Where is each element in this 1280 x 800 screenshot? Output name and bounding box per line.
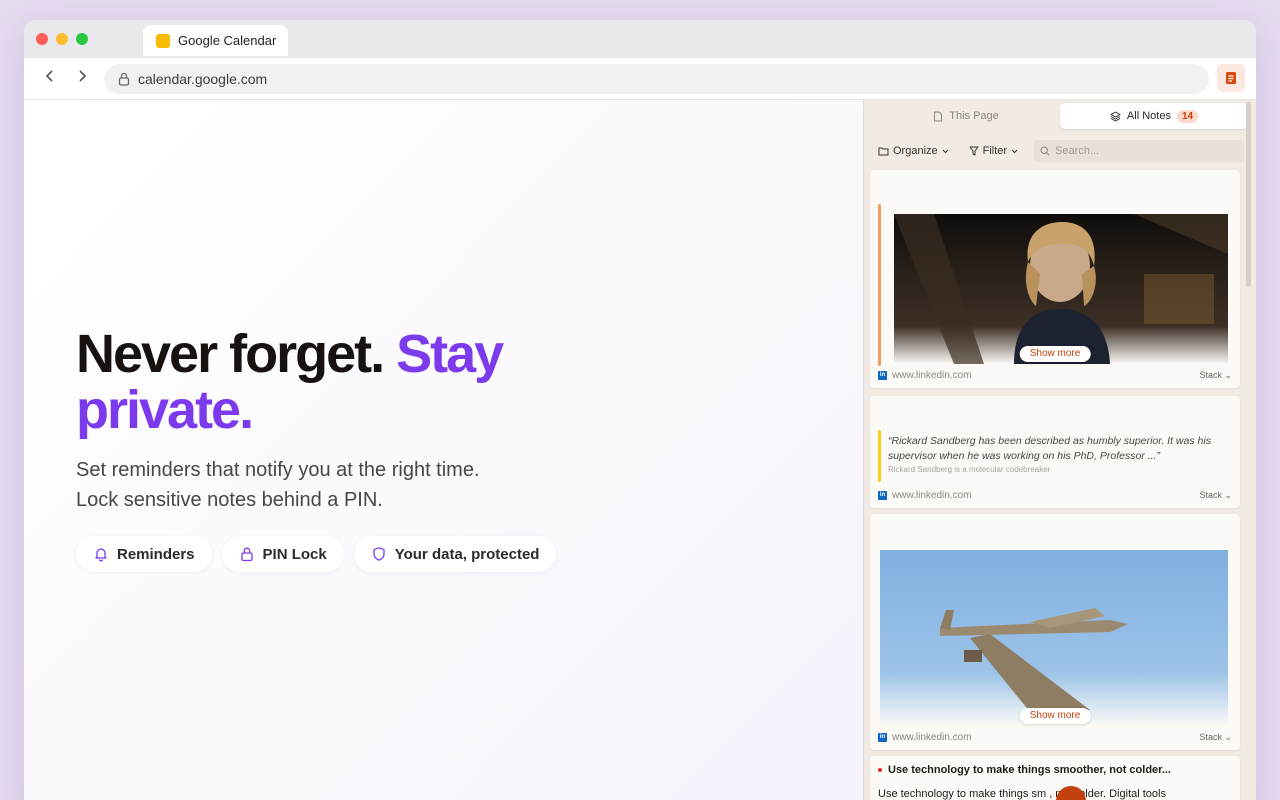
stack-dropdown[interactable]: Stack ⌄ bbox=[1199, 370, 1232, 381]
note-footer: in www.linkedin.com Stack ⌄ bbox=[878, 488, 1232, 502]
notes-search-input[interactable]: Search... bbox=[1034, 140, 1244, 162]
linkedin-icon: in bbox=[878, 732, 887, 742]
notes-extension-icon bbox=[1226, 72, 1236, 84]
chip-pin-lock: PIN Lock bbox=[221, 536, 344, 572]
tab-bar: Google Calendar bbox=[24, 20, 1256, 58]
note-image-portrait bbox=[894, 214, 1228, 364]
chip-label: Your data, protected bbox=[394, 545, 540, 563]
browser-tab[interactable]: Google Calendar bbox=[143, 25, 288, 56]
filter-label: Filter bbox=[982, 145, 1008, 157]
close-window-button[interactable] bbox=[36, 33, 48, 45]
chip-data-protected: Your data, protected bbox=[353, 536, 557, 572]
show-more-button[interactable]: Show more bbox=[1019, 346, 1091, 362]
note-quote-source: Rickard Sandberg is a molecular codebrea… bbox=[888, 465, 1051, 474]
note-card[interactable]: Show more in www.linkedin.com Stack ⌄ bbox=[870, 514, 1240, 750]
linkedin-icon: in bbox=[878, 490, 887, 500]
chevron-down-icon bbox=[1011, 149, 1018, 153]
note-source[interactable]: www.linkedin.com bbox=[892, 490, 971, 501]
minimize-window-button[interactable] bbox=[56, 33, 68, 45]
note-color-bar bbox=[878, 204, 881, 366]
stack-dropdown[interactable]: Stack ⌄ bbox=[1199, 490, 1232, 501]
notes-sidebar: This Page All Notes 14 Organize Filter S… bbox=[863, 100, 1256, 800]
stack-label: Stack bbox=[1199, 369, 1222, 380]
linkedin-icon: in bbox=[878, 370, 887, 380]
chip-label: PIN Lock bbox=[262, 545, 327, 563]
stack-label: Stack bbox=[1199, 489, 1222, 500]
organize-dropdown[interactable]: Organize bbox=[874, 145, 953, 157]
calendar-favicon-icon bbox=[156, 33, 170, 48]
chip-label: Reminders bbox=[117, 545, 195, 563]
note-title: Use technology to make things smoother, … bbox=[878, 764, 1171, 776]
window-controls bbox=[36, 33, 88, 45]
drone-photo bbox=[940, 608, 1128, 712]
lock-icon bbox=[118, 72, 130, 86]
page-content: Never forget. Stay private. Set reminder… bbox=[24, 100, 1256, 800]
notes-extension-button[interactable] bbox=[1217, 64, 1245, 92]
subtitle-line-2: Lock sensitive notes behind a PIN. bbox=[76, 489, 383, 511]
sidebar-scrollbar[interactable] bbox=[1246, 102, 1251, 287]
browser-window: Google Calendar calendar.google.com Neve… bbox=[24, 20, 1256, 800]
headline-dark: Never forget. bbox=[76, 324, 385, 384]
maximize-window-button[interactable] bbox=[76, 33, 88, 45]
show-more-button[interactable]: Show more bbox=[1019, 708, 1091, 724]
note-color-bar bbox=[878, 430, 881, 482]
note-card[interactable]: Show more in www.linkedin.com Stack ⌄ bbox=[870, 170, 1240, 388]
tab-this-page[interactable]: This Page bbox=[872, 103, 1060, 129]
note-title-text: Use technology to make things smoother, … bbox=[888, 764, 1171, 776]
priority-dot-icon bbox=[878, 768, 882, 772]
layers-icon bbox=[1110, 111, 1121, 121]
chevron-left-icon bbox=[45, 70, 53, 82]
hero-subtitle: Set reminders that notify you at the rig… bbox=[76, 455, 636, 515]
tab-title: Google Calendar bbox=[178, 33, 277, 48]
tab-label: This Page bbox=[949, 110, 999, 122]
tab-label: All Notes bbox=[1126, 110, 1171, 122]
filter-dropdown[interactable]: Filter bbox=[965, 145, 1022, 157]
note-quote: “Rickard Sandberg has been described as … bbox=[888, 435, 1211, 462]
chevron-down-icon bbox=[942, 149, 948, 153]
headline-accent-stay: Stay bbox=[396, 324, 504, 384]
shield-icon bbox=[373, 547, 385, 561]
stack-dropdown[interactable]: Stack ⌄ bbox=[1199, 732, 1232, 743]
bell-icon bbox=[95, 548, 107, 562]
folder-icon bbox=[878, 147, 889, 156]
note-card[interactable]: Use technology to make things smoother, … bbox=[870, 756, 1240, 800]
note-source[interactable]: www.linkedin.com bbox=[892, 370, 971, 381]
hero-headline: Never forget. Stay private. bbox=[76, 326, 636, 438]
subtitle-line-1: Set reminders that notify you at the rig… bbox=[76, 459, 480, 481]
search-icon bbox=[1040, 146, 1050, 156]
note-footer: in www.linkedin.com Stack ⌄ bbox=[878, 730, 1232, 744]
portrait-photo bbox=[894, 214, 1228, 364]
headline-accent-private: private. bbox=[76, 380, 254, 440]
browser-toolbar: calendar.google.com bbox=[24, 58, 1256, 100]
stack-label: Stack bbox=[1199, 731, 1222, 742]
feature-chips: Reminders PIN Lock Your data, protected bbox=[76, 536, 557, 572]
address-bar[interactable]: calendar.google.com bbox=[104, 64, 1209, 94]
forward-button[interactable] bbox=[72, 69, 92, 89]
lock-icon bbox=[240, 547, 253, 562]
page-icon bbox=[934, 111, 943, 121]
note-card[interactable]: “Rickard Sandberg has been described as … bbox=[870, 396, 1240, 508]
url-text: calendar.google.com bbox=[138, 71, 268, 87]
note-source[interactable]: www.linkedin.com bbox=[892, 732, 971, 743]
hero-section: Never forget. Stay private. Set reminder… bbox=[24, 100, 863, 800]
scope-segmented-control: This Page All Notes 14 bbox=[872, 102, 1248, 130]
tab-all-notes[interactable]: All Notes 14 bbox=[1060, 103, 1248, 129]
note-image-drone bbox=[880, 550, 1228, 726]
filter-icon bbox=[969, 146, 979, 156]
organize-label: Organize bbox=[893, 145, 938, 157]
notes-count-badge: 14 bbox=[1176, 109, 1199, 123]
back-button[interactable] bbox=[40, 69, 60, 89]
filter-bar: Organize Filter Search... bbox=[874, 140, 1244, 162]
note-footer: in www.linkedin.com Stack ⌄ bbox=[878, 368, 1232, 382]
note-body: Use technology to make things sm , not c… bbox=[878, 788, 1166, 800]
chevron-right-icon bbox=[79, 70, 87, 82]
chip-reminders: Reminders bbox=[76, 536, 212, 572]
search-placeholder: Search... bbox=[1055, 145, 1100, 157]
